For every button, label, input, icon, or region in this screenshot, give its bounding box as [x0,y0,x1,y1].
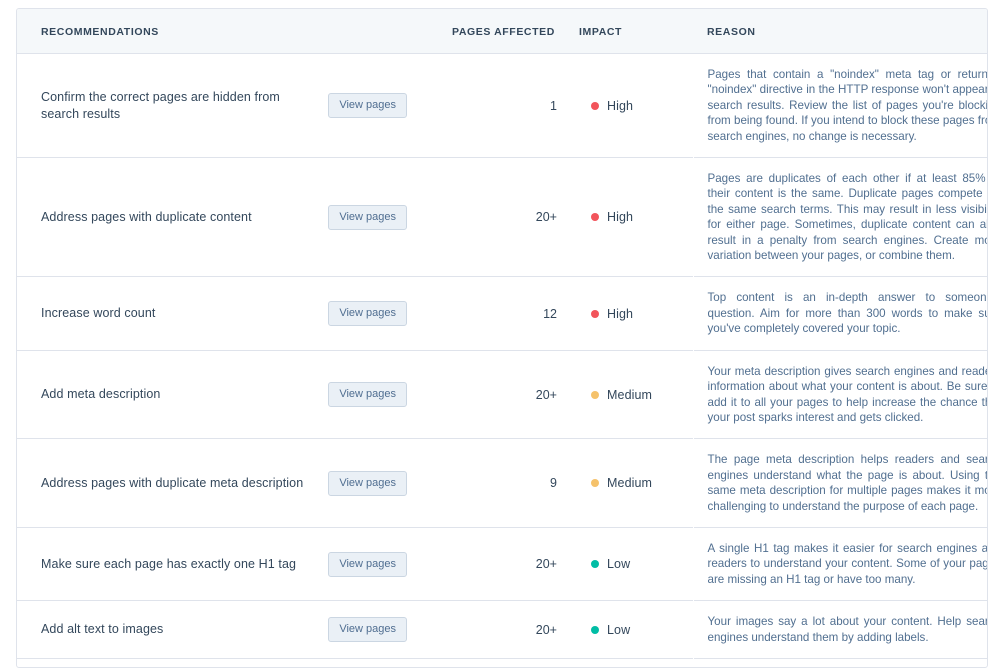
impact-badge: Low [591,557,693,571]
cell-empty [573,657,693,667]
table-header-row: RECOMMENDATIONS PAGES AFFECTED IMPACT RE… [17,9,987,54]
table-row: Address pages with duplicate content View… [17,157,988,277]
cell-pages-affected: 20+ [444,600,573,659]
recommendations-table-container: RECOMMENDATIONS PAGES AFFECTED IMPACT RE… [16,8,988,668]
view-pages-button[interactable]: View pages [328,551,407,577]
cell-recommendation: Increase word count View pages [17,276,444,351]
cell-impact: Medium [573,349,693,439]
cell-reason: Pages are duplicates of each other if at… [693,157,988,277]
cell-impact: Medium [573,438,693,528]
impact-dot-icon [591,479,599,488]
impact-dot-icon [591,625,599,634]
cell-recommendation: Address pages with duplicate content View… [17,157,444,277]
recommendation-label: Confirm the correct pages are hidden fro… [41,89,280,121]
reason-text: Pages are duplicates of each other if at… [707,172,988,263]
cell-reason: Your meta description gives search engin… [693,349,988,439]
cell-pages-affected: 12 [444,276,573,351]
impact-badge: Medium [591,476,693,490]
cell-recommendation: Confirm the correct pages are hidden fro… [17,54,444,158]
cell-reason: A single H1 tag makes it easier for sear… [693,526,988,601]
cell-pages-affected: 20+ [444,157,573,277]
recommendation-row-inner: Confirm the correct pages are hidden fro… [41,89,434,123]
impact-label: High [607,306,634,321]
view-pages-button[interactable]: View pages [328,301,407,327]
cell-recommendation: Add meta description View pages [17,349,444,439]
reason-text: The page meta description helps readers … [707,453,988,513]
cell-reason: Top content is an in-depth answer to som… [693,276,988,351]
cell-recommendation: Make sure each page has exactly one H1 t… [17,526,444,601]
view-pages-button[interactable]: View pages [328,204,407,230]
cell-impact: Low [573,526,693,601]
view-pages-button[interactable]: View pages [328,617,407,643]
recommendation-label: Address pages with duplicate meta descri… [41,475,304,490]
table-row: Increase word count View pages 12 High Top c… [17,276,988,351]
table-row: Address pages with duplicate meta descri… [17,438,988,528]
recommendation-label: Make sure each page has exactly one H1 t… [41,556,297,571]
cell-recommendation: Address pages with duplicate meta descri… [17,438,444,528]
impact-label: Medium [607,476,653,491]
impact-badge: Low [591,623,693,637]
recommendation-label: Increase word count [41,306,156,321]
cell-impact: High [573,157,693,277]
impact-label: Low [607,622,631,637]
table-row: Add meta description View pages 20+ Medium Y… [17,349,988,439]
impact-dot-icon [591,101,599,110]
reason-text: Pages that contain a "noindex" meta tag … [707,68,988,143]
view-pages-button[interactable]: View pages [328,93,407,119]
cell-empty [17,657,444,667]
table-body: Confirm the correct pages are hidden fro… [17,54,988,667]
recommendation-label: Address pages with duplicate content [41,209,252,224]
table-row-partial [17,657,987,667]
impact-dot-icon [591,560,599,569]
cell-pages-affected: 1 [550,98,557,113]
cell-pages-affected: 9 [444,438,573,528]
recommendation-label: Add alt text to images [41,622,164,637]
table-row: Confirm the correct pages are hidden fro… [17,54,988,158]
cell-reason: Your images say a lot about your content… [693,600,988,659]
impact-dot-icon [591,390,599,399]
cell-impact: Low [573,600,693,659]
column-header-pages-affected: PAGES AFFECTED [444,9,573,54]
reason-text: A single H1 tag makes it easier for sear… [707,541,988,586]
recommendation-row-inner: Add alt text to images View pages [41,617,434,643]
cell-impact: High [573,276,693,351]
impact-label: Low [607,557,631,572]
column-header-impact: IMPACT [573,9,693,54]
impact-label: High [607,98,634,113]
recommendation-row-inner: Add meta description View pages [41,382,434,407]
impact-badge: High [591,99,693,113]
recommendations-table: RECOMMENDATIONS PAGES AFFECTED IMPACT RE… [17,9,988,667]
cell-pages-affected: 20+ [444,526,573,601]
table-row: Add alt text to images View pages 20+ Low Yo… [17,600,988,659]
impact-badge: Medium [591,388,693,402]
view-pages-button[interactable]: View pages [328,382,407,407]
column-header-reason: REASON [693,9,987,54]
table-row: Make sure each page has exactly one H1 t… [17,526,988,601]
impact-label: Medium [607,387,653,402]
recommendation-row-inner: Make sure each page has exactly one H1 t… [41,551,434,577]
table-header: RECOMMENDATIONS PAGES AFFECTED IMPACT RE… [17,9,987,54]
cell-reason: Pages that contain a "noindex" meta tag … [693,54,988,158]
recommendation-row-inner: Increase word count View pages [41,301,434,327]
cell-reason: The page meta description helps readers … [693,438,988,528]
cell-recommendation: Add alt text to images View pages [17,600,444,659]
cell-pages-affected: 20+ [444,349,573,439]
recommendation-label: Add meta description [41,387,161,401]
view-pages-button[interactable]: View pages [328,470,407,496]
impact-dot-icon [591,309,599,318]
recommendation-row-inner: Address pages with duplicate content View… [41,204,434,230]
reason-text: Your images say a lot about your content… [707,615,988,644]
cell-empty [693,657,987,667]
cell-empty [444,657,573,667]
impact-badge: High [591,307,693,321]
reason-text: Top content is an in-depth answer to som… [707,291,988,336]
recommendation-row-inner: Address pages with duplicate meta descri… [41,470,434,496]
reason-text: Your meta description gives search engin… [707,364,988,424]
column-header-recommendations: RECOMMENDATIONS [17,9,444,54]
impact-label: High [607,210,634,225]
impact-dot-icon [591,213,599,222]
cell-impact: High [573,54,693,158]
impact-badge: High [591,210,693,224]
